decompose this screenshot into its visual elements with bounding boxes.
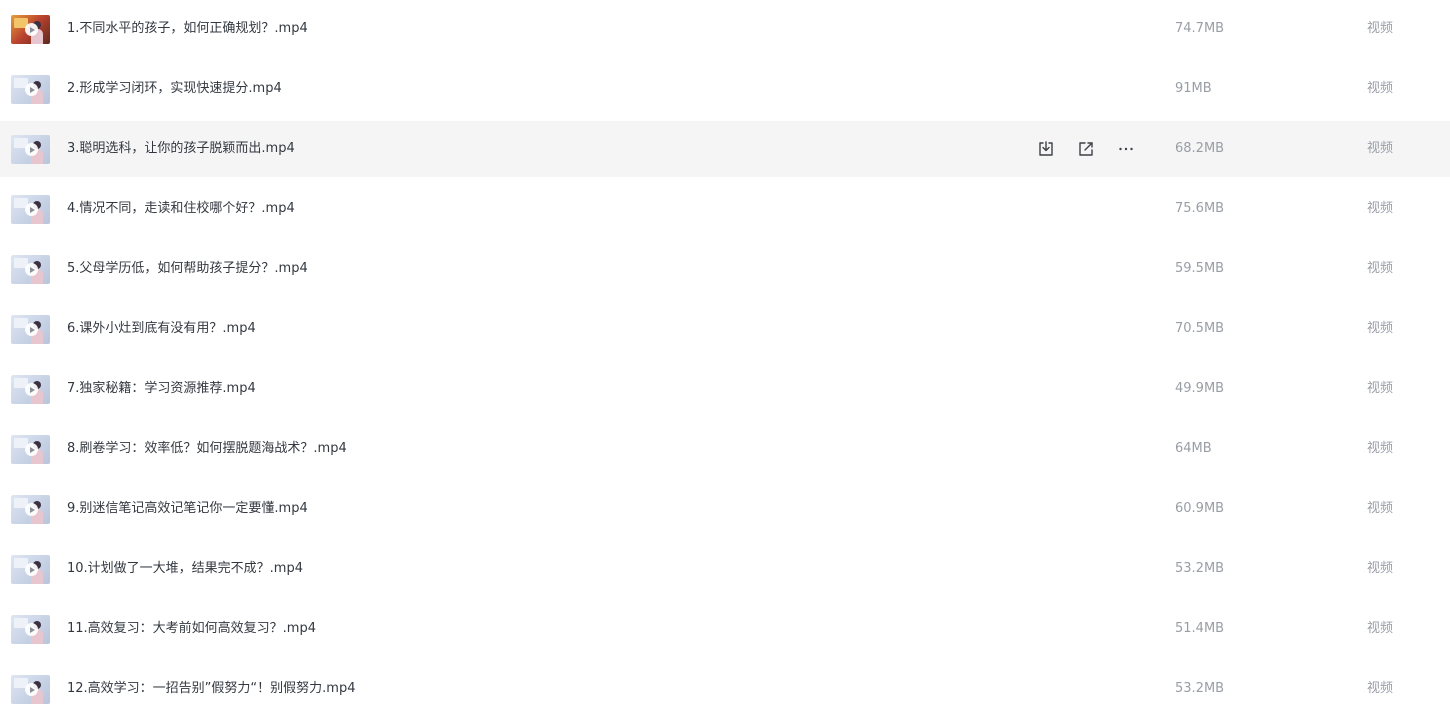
share-button[interactable] <box>1076 139 1096 159</box>
play-icon <box>25 203 38 216</box>
file-name[interactable]: 4.情况不同，走读和住校哪个好？.mp4 <box>67 181 295 237</box>
more-button[interactable] <box>1116 139 1136 159</box>
video-thumbnail[interactable] <box>11 195 50 224</box>
play-icon <box>25 83 38 96</box>
play-icon <box>25 563 38 576</box>
file-row[interactable]: 7.独家秘籍：学习资源推荐.mp4 49.9MB 视频 <box>0 361 1450 417</box>
file-type: 视频 <box>1367 501 1394 516</box>
file-name[interactable]: 7.独家秘籍：学习资源推荐.mp4 <box>67 361 256 417</box>
file-name[interactable]: 12.高效学习：一招告别”假努力“！别假努力.mp4 <box>67 661 355 717</box>
file-name[interactable]: 5.父母学历低，如何帮助孩子提分？.mp4 <box>67 241 308 297</box>
file-type: 视频 <box>1367 321 1394 336</box>
play-icon <box>25 443 38 456</box>
file-row[interactable]: 11.高效复习：大考前如何高效复习？.mp4 51.4MB 视频 <box>0 601 1450 657</box>
play-icon <box>25 263 38 276</box>
file-size: 75.6MB <box>1175 201 1225 216</box>
file-row[interactable]: 5.父母学历低，如何帮助孩子提分？.mp4 59.5MB 视频 <box>0 241 1450 297</box>
play-icon <box>25 623 38 636</box>
row-actions <box>1036 139 1156 159</box>
video-thumbnail[interactable] <box>11 255 50 284</box>
file-row[interactable]: 6.课外小灶到底有没有用？.mp4 70.5MB 视频 <box>0 301 1450 357</box>
file-row[interactable]: 9.别迷信笔记高效记笔记你一定要懂.mp4 60.9MB 视频 <box>0 481 1450 537</box>
file-row[interactable]: 3.聪明选科，让你的孩子脱颖而出.mp4 68.2MB 视频 <box>0 121 1450 177</box>
file-row[interactable]: 2.形成学习闭环，实现快速提分.mp4 91MB 视频 <box>0 61 1450 117</box>
file-row[interactable]: 8.刷卷学习：效率低？如何摆脱题海战术？.mp4 64MB 视频 <box>0 421 1450 477</box>
file-name[interactable]: 3.聪明选科，让你的孩子脱颖而出.mp4 <box>67 121 295 177</box>
play-icon <box>25 383 38 396</box>
file-name[interactable]: 8.刷卷学习：效率低？如何摆脱题海战术？.mp4 <box>67 421 347 477</box>
file-size: 51.4MB <box>1175 621 1225 636</box>
video-thumbnail[interactable] <box>11 315 50 344</box>
video-thumbnail[interactable] <box>11 675 50 704</box>
video-thumbnail[interactable] <box>11 15 50 44</box>
play-icon <box>25 143 38 156</box>
file-size: 74.7MB <box>1175 21 1225 36</box>
file-name[interactable]: 2.形成学习闭环，实现快速提分.mp4 <box>67 61 282 117</box>
file-type: 视频 <box>1367 381 1394 396</box>
file-row[interactable]: 12.高效学习：一招告别”假努力“！别假努力.mp4 53.2MB 视频 <box>0 661 1450 717</box>
download-button[interactable] <box>1036 139 1056 159</box>
file-type: 视频 <box>1367 681 1394 696</box>
file-name[interactable]: 9.别迷信笔记高效记笔记你一定要懂.mp4 <box>67 481 308 537</box>
play-icon <box>25 503 38 516</box>
share-icon <box>1077 140 1095 158</box>
file-type: 视频 <box>1367 561 1394 576</box>
play-icon <box>25 23 38 36</box>
file-type: 视频 <box>1367 201 1394 216</box>
file-size: 53.2MB <box>1175 561 1225 576</box>
file-list: 1.不同水平的孩子，如何正确规划？.mp4 74.7MB 视频 2.形成学习闭环，实现… <box>0 0 1450 719</box>
file-type: 视频 <box>1367 141 1394 156</box>
file-row[interactable]: 4.情况不同，走读和住校哪个好？.mp4 75.6MB 视频 <box>0 181 1450 237</box>
file-type: 视频 <box>1367 621 1394 636</box>
file-size: 49.9MB <box>1175 381 1225 396</box>
file-size: 91MB <box>1175 81 1212 96</box>
file-size: 68.2MB <box>1175 141 1225 156</box>
video-thumbnail[interactable] <box>11 555 50 584</box>
play-icon <box>25 323 38 336</box>
file-row[interactable]: 1.不同水平的孩子，如何正确规划？.mp4 74.7MB 视频 <box>0 1 1450 57</box>
file-name[interactable]: 6.课外小灶到底有没有用？.mp4 <box>67 301 256 357</box>
video-thumbnail[interactable] <box>11 135 50 164</box>
file-size: 59.5MB <box>1175 261 1225 276</box>
more-icon <box>1117 140 1135 158</box>
file-type: 视频 <box>1367 441 1394 456</box>
file-type: 视频 <box>1367 21 1394 36</box>
file-type: 视频 <box>1367 261 1394 276</box>
file-row[interactable]: 10.计划做了一大堆，结果完不成？.mp4 53.2MB 视频 <box>0 541 1450 597</box>
video-thumbnail[interactable] <box>11 375 50 404</box>
file-name[interactable]: 11.高效复习：大考前如何高效复习？.mp4 <box>67 601 316 657</box>
video-thumbnail[interactable] <box>11 75 50 104</box>
file-name[interactable]: 10.计划做了一大堆，结果完不成？.mp4 <box>67 541 303 597</box>
file-size: 64MB <box>1175 441 1212 456</box>
video-thumbnail[interactable] <box>11 435 50 464</box>
file-type: 视频 <box>1367 81 1394 96</box>
video-thumbnail[interactable] <box>11 615 50 644</box>
file-size: 53.2MB <box>1175 681 1225 696</box>
file-size: 70.5MB <box>1175 321 1225 336</box>
download-icon <box>1037 140 1055 158</box>
video-thumbnail[interactable] <box>11 495 50 524</box>
play-icon <box>25 683 38 696</box>
file-name[interactable]: 1.不同水平的孩子，如何正确规划？.mp4 <box>67 1 308 57</box>
file-size: 60.9MB <box>1175 501 1225 516</box>
